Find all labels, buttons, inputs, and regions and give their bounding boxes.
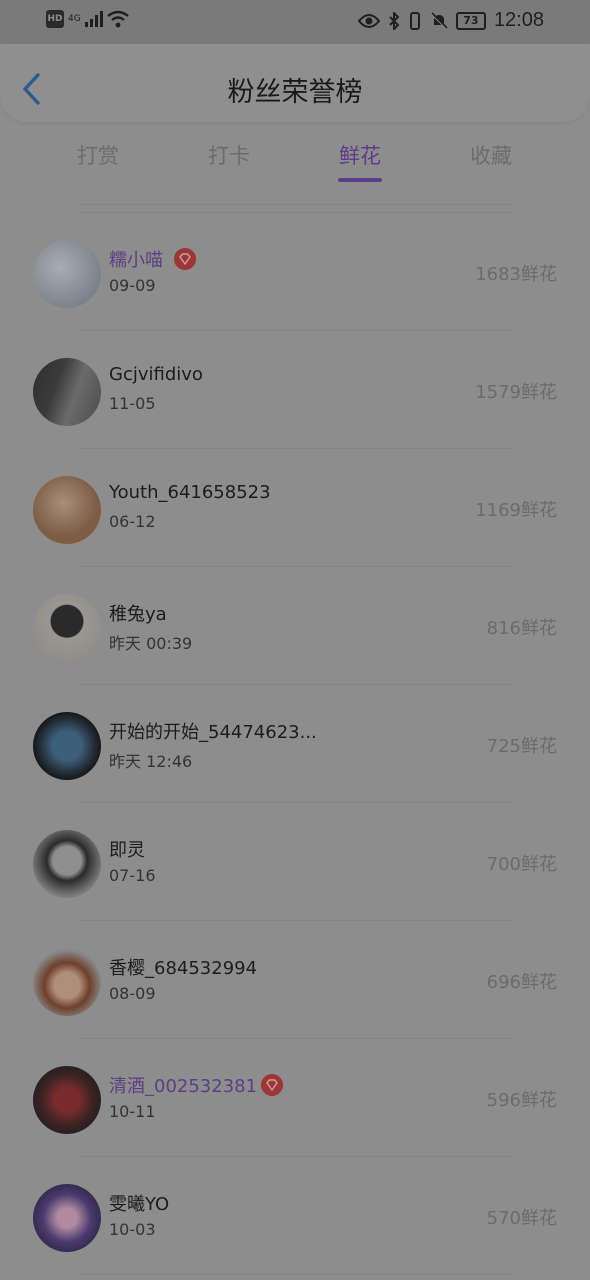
fan-date: 昨天 12:46 (109, 752, 193, 771)
list-item[interactable]: 即灵 07-16 700鲜花 (0, 802, 590, 920)
fan-name[interactable]: 稚兔ya (109, 600, 167, 626)
avatar[interactable] (33, 830, 101, 898)
fan-date: 10-03 (109, 1220, 156, 1239)
flower-count: 696鲜花 (486, 972, 557, 993)
avatar[interactable] (33, 1066, 101, 1134)
list-item[interactable]: 雯曦YO 10-03 570鲜花 (0, 1156, 590, 1274)
fan-date: 07-16 (109, 866, 156, 885)
status-left: HD 4G (46, 10, 129, 28)
flower-count: 1169鲜花 (475, 500, 557, 521)
tab-reward[interactable]: 打赏 (77, 140, 119, 170)
avatar[interactable] (33, 476, 101, 544)
active-tab-indicator (338, 178, 382, 182)
bell-off-icon (431, 11, 448, 29)
fan-date: 09-09 (109, 276, 156, 295)
fan-name[interactable]: Youth_641658523 (109, 482, 271, 503)
fan-name[interactable]: 清酒_002532381 (109, 1072, 257, 1098)
flower-count: 725鲜花 (486, 736, 557, 757)
battery-icon: 73 (455, 11, 486, 30)
clock: 12:08 (493, 9, 544, 31)
list-item[interactable]: Gcjvifidivo 11-05 1579鲜花 (0, 330, 590, 448)
wifi-icon (106, 10, 129, 28)
avatar[interactable] (33, 712, 101, 780)
nav-bar: 粉丝荣誉榜 (0, 44, 590, 122)
page-title: 粉丝荣誉榜 (227, 77, 363, 108)
fan-name[interactable]: Gcjvifidivo (109, 364, 203, 385)
avatar[interactable] (33, 240, 101, 308)
list-item[interactable]: 香樱_684532994 08-09 696鲜花 (0, 920, 590, 1038)
flower-count: 1579鲜花 (475, 382, 557, 403)
avatar[interactable] (33, 594, 101, 662)
list-item[interactable]: 开始的开始_54474623... 昨天 12:46 725鲜花 (0, 684, 590, 802)
fan-name[interactable]: 雯曦YO (109, 1190, 169, 1216)
fan-name[interactable]: 即灵 (109, 836, 145, 862)
status-bar: HD 4G 73 12:08 (0, 0, 590, 44)
fan-name[interactable]: 开始的开始_54474623... (109, 718, 317, 744)
fan-date: 昨天 00:39 (109, 634, 193, 653)
status-right: 73 12:08 (357, 9, 544, 32)
vibrate-icon (409, 11, 420, 30)
fan-date: 06-12 (109, 512, 156, 531)
bluetooth-icon (389, 11, 400, 30)
fan-date: 10-11 (109, 1102, 156, 1121)
tab-checkin[interactable]: 打卡 (208, 140, 250, 170)
eye-icon (357, 13, 380, 28)
avatar[interactable] (33, 1184, 101, 1252)
list-item[interactable]: 糯小喵 09-09 1683鲜花 (0, 212, 590, 330)
tab-favorites[interactable]: 收藏 (470, 140, 512, 170)
vip-badge-icon (261, 1074, 283, 1096)
avatar[interactable] (33, 358, 101, 426)
avatar[interactable] (33, 948, 101, 1016)
fan-date: 11-05 (109, 394, 156, 413)
divider (78, 204, 512, 205)
fan-name[interactable]: 糯小喵 (109, 246, 163, 272)
fan-date: 08-09 (109, 984, 156, 1003)
tab-bar: 打赏 打卡 鲜花 收藏 (0, 130, 590, 186)
list-item[interactable]: 清酒_002532381 10-11 596鲜花 (0, 1038, 590, 1156)
flower-count: 596鲜花 (486, 1090, 557, 1111)
divider (78, 1274, 512, 1275)
flower-count: 700鲜花 (486, 854, 557, 875)
list-item[interactable]: Youth_641658523 06-12 1169鲜花 (0, 448, 590, 566)
list-item[interactable]: 稚兔ya 昨天 00:39 816鲜花 (0, 566, 590, 684)
tab-flowers[interactable]: 鲜花 (339, 140, 381, 170)
flower-count: 1683鲜花 (475, 264, 557, 285)
hd-icon: HD (46, 10, 64, 28)
flower-count: 816鲜花 (486, 618, 557, 639)
vip-badge-icon (174, 248, 196, 270)
signal-icon (84, 11, 103, 27)
flower-count: 570鲜花 (486, 1208, 557, 1229)
fan-name[interactable]: 香樱_684532994 (109, 954, 257, 980)
network-type: 4G (68, 14, 81, 24)
